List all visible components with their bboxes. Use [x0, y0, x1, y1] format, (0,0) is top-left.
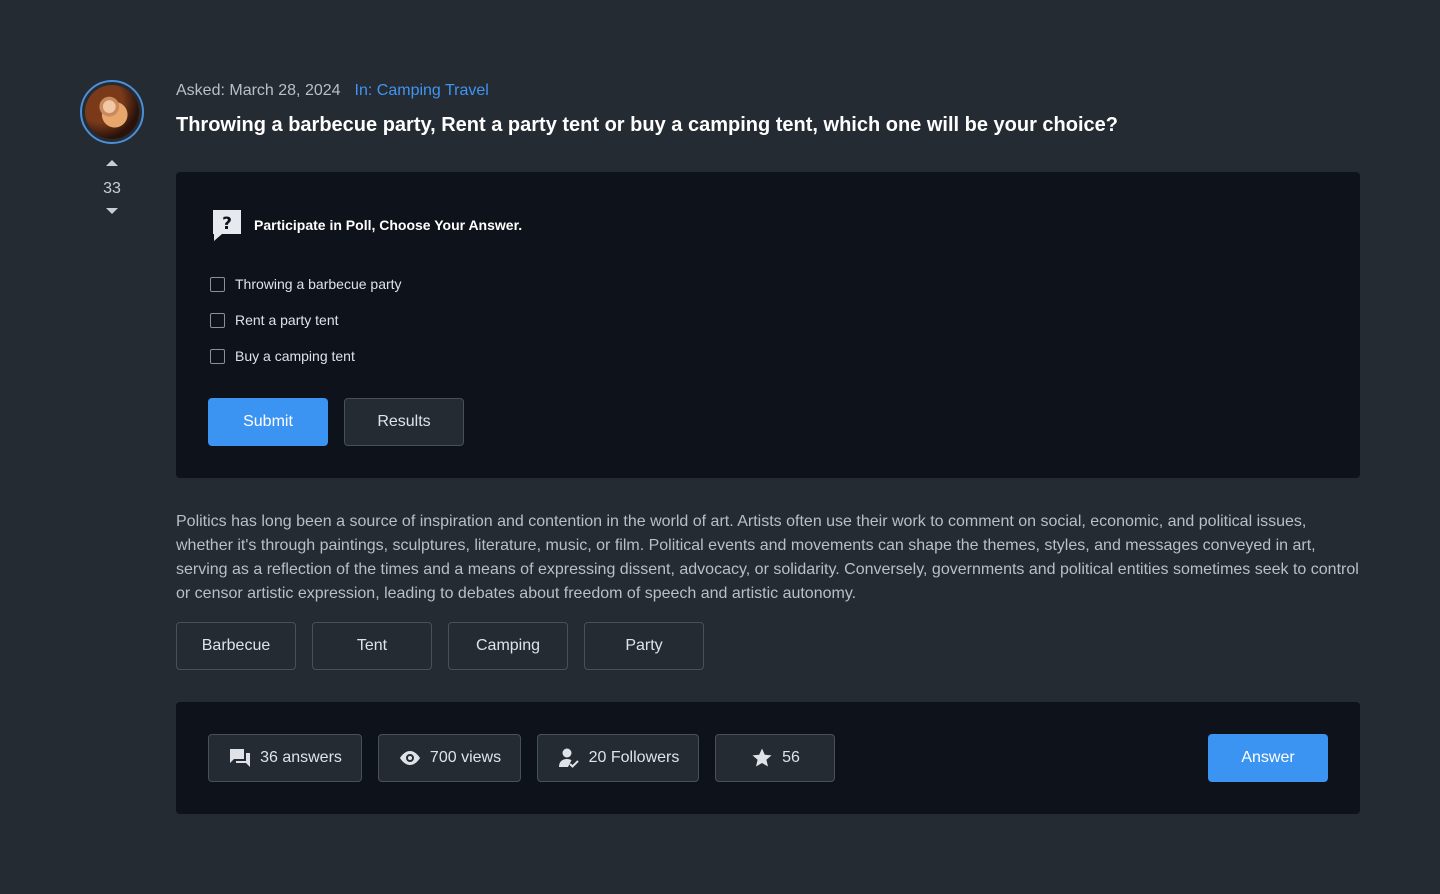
vote-down-button[interactable] [80, 208, 144, 214]
views-count-button[interactable]: 700 views [378, 734, 521, 782]
question-description: Politics has long been a source of inspi… [176, 513, 1359, 602]
poll-checkbox[interactable] [210, 276, 225, 292]
user-check-icon [558, 748, 579, 768]
question-title: Throwing a barbecue party, Rent a party … [176, 114, 1119, 136]
answer-button[interactable]: Answer [1208, 734, 1328, 782]
tag-barbecue[interactable]: Barbecue [176, 622, 296, 670]
avatar-image [85, 85, 139, 139]
question-page: 33 Asked: March 28, 2024 In: Camping Trav… [0, 0, 1440, 894]
eye-icon [399, 751, 420, 765]
followers-count-button[interactable]: 20 Followers [537, 734, 699, 782]
tag-tent[interactable]: Tent [312, 622, 432, 670]
poll-card: ? Participate in Poll, Choose Your Answe… [176, 172, 1360, 478]
poll-option[interactable]: Buy a camping tent [210, 348, 355, 364]
poll-option[interactable]: Rent a party tent [210, 312, 339, 328]
star-count: 56 [782, 749, 800, 766]
views-count: 700 views [429, 749, 502, 766]
vote-count: 33 [103, 180, 121, 197]
followers-count: 20 Followers [588, 749, 680, 766]
poll-option[interactable]: Throwing a barbecue party [210, 276, 402, 292]
poll-option-label: Buy a camping tent [235, 348, 355, 364]
tag-camping[interactable]: Camping [448, 622, 568, 670]
author-avatar[interactable] [80, 80, 144, 144]
arrow-up-icon [106, 160, 118, 166]
poll-checkbox[interactable] [210, 348, 225, 364]
submit-button[interactable]: Submit [208, 398, 328, 446]
answers-count-button[interactable]: 36 answers [208, 734, 362, 782]
star-icon [752, 748, 772, 767]
svg-text:?: ? [222, 214, 232, 234]
results-button[interactable]: Results [344, 398, 464, 446]
poll-option-label: Rent a party tent [235, 312, 339, 328]
poll-checkbox[interactable] [210, 312, 225, 328]
poll-heading: Participate in Poll, Choose Your Answer. [254, 217, 523, 233]
question-bubble-icon: ? [213, 210, 241, 241]
category-link[interactable]: In: Camping Travel [355, 82, 489, 99]
answers-count: 36 answers [260, 749, 342, 766]
question-meta: Asked: March 28, 2024 In: Camping Travel [176, 82, 489, 100]
poll-option-label: Throwing a barbecue party [235, 276, 402, 292]
arrow-down-icon [106, 208, 118, 214]
asked-date: Asked: March 28, 2024 [176, 82, 341, 99]
star-count-button[interactable]: 56 [715, 734, 835, 782]
stats-bar: 36 answers 700 views 20 Followers 56 Ans… [176, 702, 1360, 814]
tag-party[interactable]: Party [584, 622, 704, 670]
vote-up-button[interactable] [80, 160, 144, 166]
poll-header: ? Participate in Poll, Choose Your Answe… [210, 208, 522, 242]
chat-bubbles-icon [230, 749, 251, 767]
